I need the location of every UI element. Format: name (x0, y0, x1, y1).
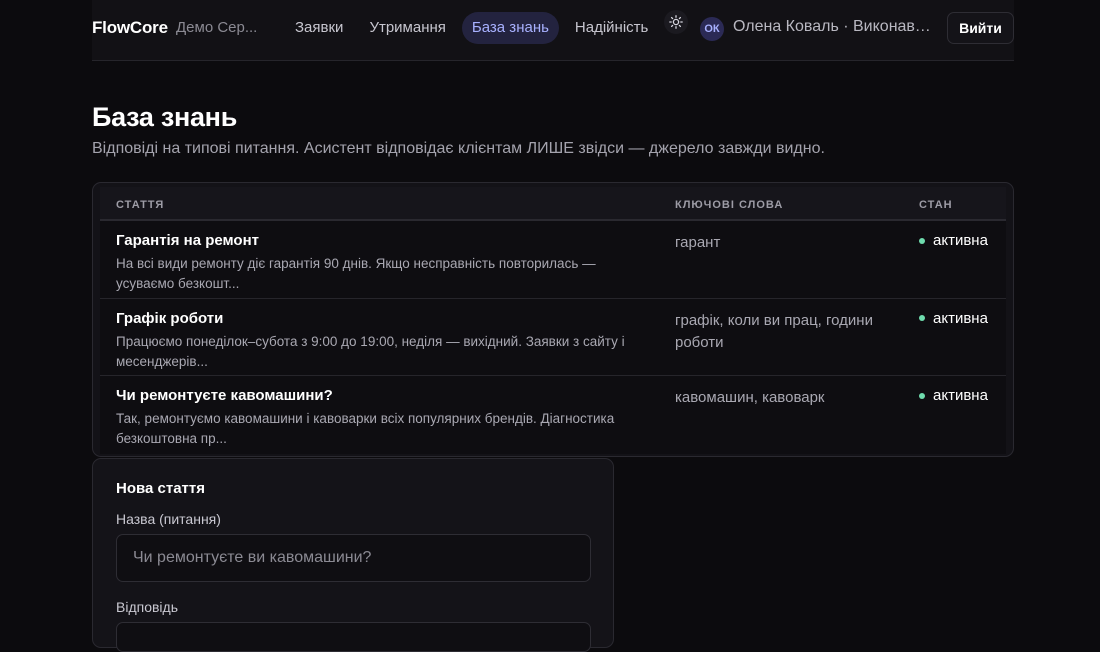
status-badge: активна (919, 387, 988, 404)
status-dot-icon (919, 315, 925, 321)
nav-item-retention[interactable]: Утримання (359, 12, 455, 44)
brand-logo[interactable]: FlowCore (92, 18, 168, 38)
table-row[interactable]: Гарантія на ремонт На всі види ремонту д… (100, 221, 1006, 299)
organization-switcher[interactable]: Демо Сер... (176, 19, 260, 36)
column-header-status: Стан (919, 199, 953, 211)
status-label: активна (933, 387, 988, 404)
article-excerpt: Так, ремонтуємо кавомашини і кавоварки в… (116, 411, 615, 446)
nav-item-requests[interactable]: Заявки (285, 12, 353, 44)
page-title: База знань (92, 102, 237, 132)
avatar[interactable]: ОК (700, 17, 724, 41)
article-excerpt: На всі види ремонту діє гарантія 90 днів… (116, 256, 596, 291)
answer-label: Відповідь (116, 599, 178, 615)
status-label: активна (933, 309, 988, 327)
column-header-keywords: Ключові слова (675, 199, 784, 211)
article-title[interactable]: Гарантія на ремонт (116, 232, 259, 249)
theme-toggle-button[interactable] (664, 10, 688, 34)
status-dot-icon (919, 237, 925, 244)
logout-button[interactable]: Вийти (947, 12, 1014, 44)
article-title[interactable]: Чи ремонтуєте кавомашини? (116, 387, 333, 404)
status-dot-icon (919, 392, 925, 399)
status-badge: активна (919, 310, 988, 327)
article-excerpt: Працюємо понеділок–субота з 9:00 до 19:0… (116, 333, 625, 369)
answer-textarea[interactable] (116, 622, 591, 652)
sun-icon (669, 15, 683, 29)
articles-table-card: Стаття Ключові слова Стан Гарантія на ре… (92, 182, 1014, 457)
new-article-form: Нова стаття Назва (питання) Відповідь (92, 458, 614, 652)
articles-table: Стаття Ключові слова Стан Гарантія на ре… (100, 187, 1006, 454)
question-label: Назва (питання) (116, 511, 221, 527)
user-name-role[interactable]: Олена Коваль · Виконаве... (733, 18, 933, 36)
main-nav: Заявки Утримання База знань Надійність (285, 12, 658, 44)
article-title[interactable]: Графік роботи (116, 310, 223, 327)
status-badge: активна (919, 232, 988, 249)
status-label: активна (933, 232, 988, 249)
table-header: Стаття Ключові слова Стан (100, 187, 1006, 221)
article-keywords: гарант (675, 234, 721, 251)
nav-item-reliability[interactable]: Надійність (565, 12, 658, 44)
form-title: Нова стаття (116, 480, 206, 497)
article-keywords: графік, коли ви прац, години роботи (675, 311, 873, 351)
column-header-article: Стаття (116, 199, 165, 211)
nav-item-knowledge-base[interactable]: База знань (461, 12, 559, 44)
table-row[interactable]: Графік роботи Працюємо понеділок–субота … (100, 298, 1006, 376)
article-keywords: кавомашин, кавоварк (675, 389, 825, 406)
page-subtitle: Відповіді на типові питання. Асистент ві… (92, 140, 825, 157)
top-navigation-bar: FlowCore Демо Сер... Заявки Утримання Ба… (92, 0, 1014, 61)
table-row[interactable]: Чи ремонтуєте кавомашини? Так, ремонтуєм… (100, 376, 1006, 454)
question-input[interactable] (116, 534, 591, 582)
